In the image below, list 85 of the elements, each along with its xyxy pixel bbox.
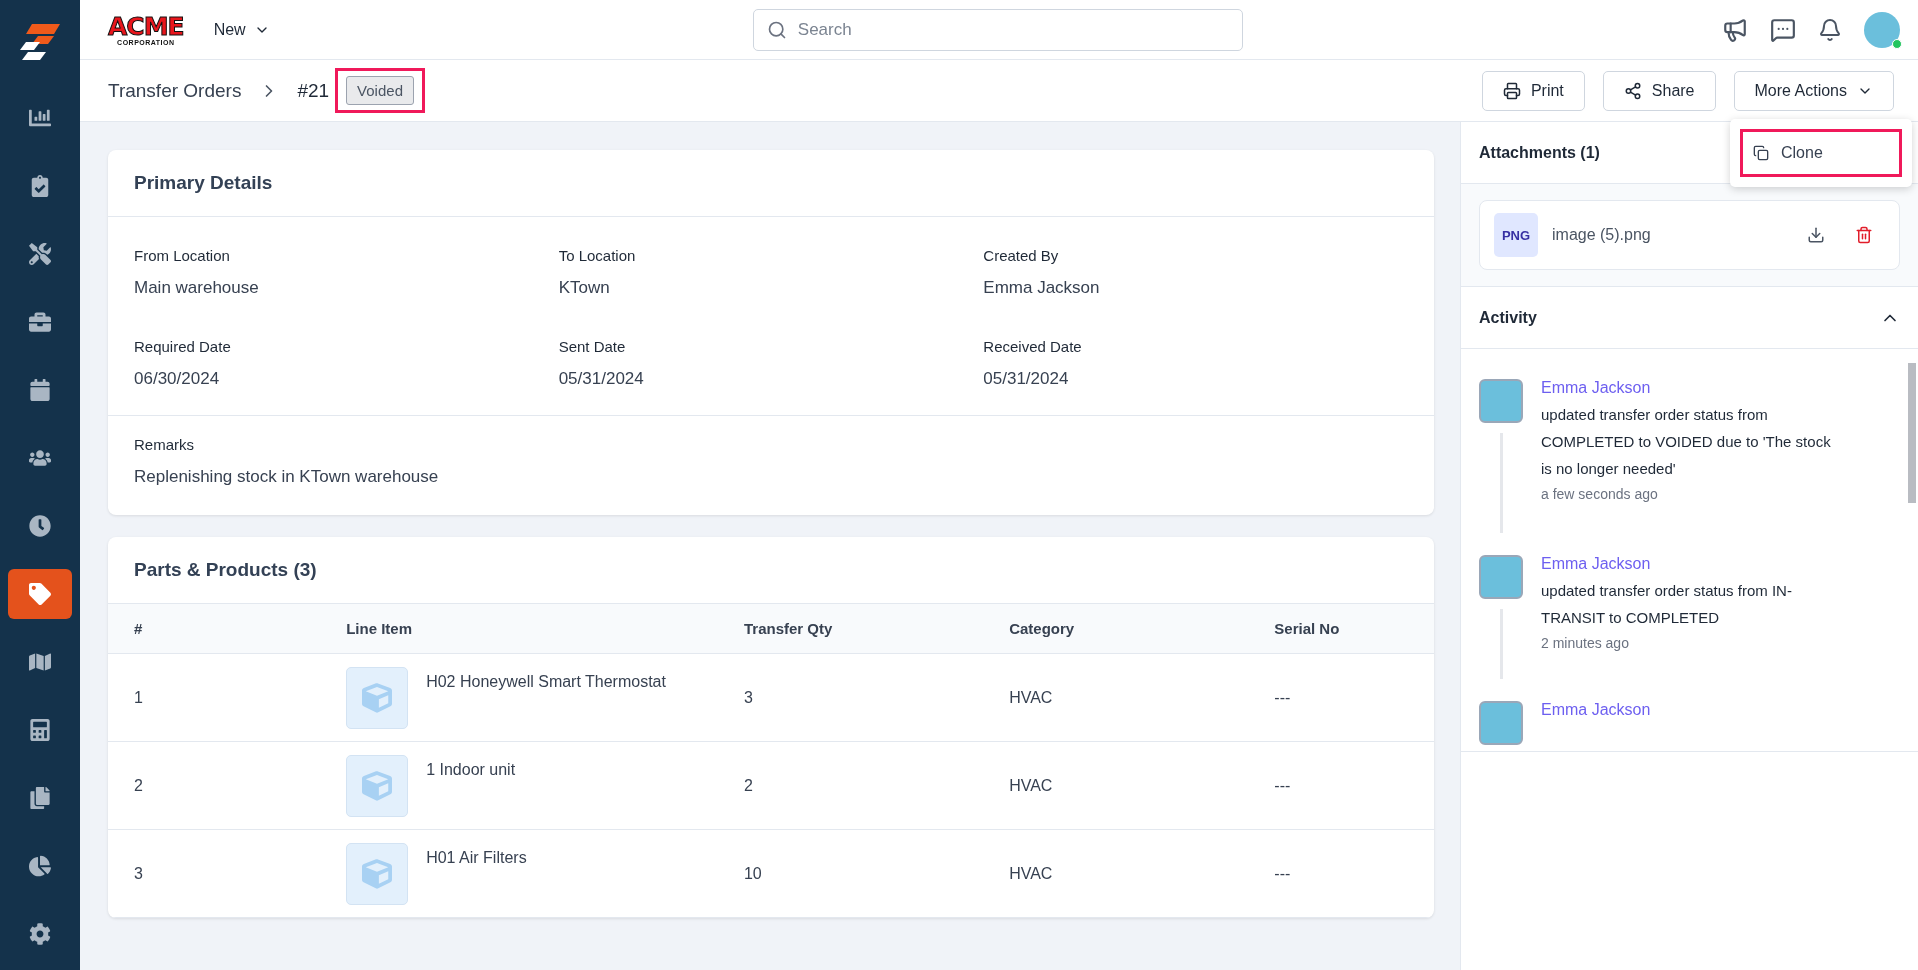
field-label: Remarks xyxy=(134,436,195,453)
table-cell-text: H02 Honeywell Smart Thermostat xyxy=(426,671,666,691)
scrollbar[interactable] xyxy=(1908,363,1916,503)
documents-icon xyxy=(29,787,51,809)
table-cell: --- xyxy=(1248,653,1434,742)
table-cell: 2 xyxy=(108,741,321,830)
field-label: Received Date xyxy=(983,338,1083,355)
activity-message: updated transfer order status from IN-TRANSIT to COMPLETED xyxy=(1541,581,1793,628)
calendar-icon xyxy=(29,379,51,401)
print-button[interactable]: Print xyxy=(1481,70,1585,111)
field-label: Sent Date xyxy=(558,338,627,355)
printer-icon xyxy=(1502,81,1521,100)
field-value: Emma Jackson xyxy=(983,278,1101,298)
copy-icon xyxy=(1753,144,1769,161)
field-label: From Location xyxy=(134,247,231,264)
app-logo xyxy=(18,22,62,62)
notification-bell-icon[interactable] xyxy=(1818,17,1842,42)
field-label: To Location xyxy=(558,247,637,264)
clipboard-check-icon xyxy=(29,175,51,197)
table-cell: 1 xyxy=(108,653,321,742)
table-cell: 10 xyxy=(717,829,984,918)
file-name: image (5).png xyxy=(1552,226,1652,244)
people-icon xyxy=(29,447,51,469)
map-icon xyxy=(29,651,51,673)
column-header: Serial No xyxy=(1248,603,1434,654)
table-cell: --- xyxy=(1248,741,1434,830)
table-cell: 3 xyxy=(717,653,984,742)
field-label: Required Date xyxy=(134,338,232,355)
user-link[interactable]: Emma Jackson xyxy=(1541,379,1841,397)
table-cell-text: H01 Air Filters xyxy=(426,847,527,867)
search-icon xyxy=(766,19,787,40)
column-header: Line Item xyxy=(320,603,718,654)
user-avatar xyxy=(1479,379,1523,423)
share-icon xyxy=(1623,81,1642,100)
order-number: #21 xyxy=(297,79,330,102)
field-value: Main warehouse xyxy=(134,278,260,298)
table-cell: HVAC xyxy=(983,829,1249,918)
pie-chart-icon xyxy=(29,855,51,877)
calculator-icon xyxy=(29,719,51,741)
search-field[interactable]: Search xyxy=(752,8,1243,51)
table-cell-text: 1 Indoor unit xyxy=(426,759,516,779)
panel-title: Attachments (1) xyxy=(1479,143,1600,162)
column-header: Category xyxy=(983,603,1249,654)
cube-icon xyxy=(362,770,393,801)
field-value: 05/31/2024 xyxy=(983,369,1070,389)
table-cell: HVAC xyxy=(983,653,1249,742)
user-avatar xyxy=(1479,555,1523,599)
megaphone-icon[interactable] xyxy=(1722,16,1748,43)
table-cell: --- xyxy=(1248,829,1434,918)
briefcase-icon xyxy=(29,311,51,333)
panel-title: Activity xyxy=(1479,308,1537,327)
breadcrumb-link[interactable]: Transfer Orders xyxy=(108,79,242,102)
card-title: Parts & Products (3) xyxy=(133,558,318,582)
clock-icon xyxy=(29,515,51,537)
field-label: Created By xyxy=(983,247,1060,264)
new-menu-button[interactable]: New xyxy=(209,16,274,43)
table-cell: HVAC xyxy=(983,741,1249,830)
user-link[interactable]: Emma Jackson xyxy=(1541,555,1841,573)
sidebar-item[interactable] xyxy=(8,569,72,619)
field-value: 05/31/2024 xyxy=(558,369,645,389)
bar-chart-icon xyxy=(29,107,51,129)
card-title: Primary Details xyxy=(108,150,1434,217)
user-link[interactable]: Emma Jackson xyxy=(1541,701,1841,719)
activity-time: 2 minutes ago xyxy=(1541,635,1630,653)
field-value: 06/30/2024 xyxy=(134,369,221,389)
status-badge: Voided xyxy=(346,76,414,105)
file-type-badge: PNG xyxy=(1494,213,1538,257)
share-button[interactable]: Share xyxy=(1602,70,1716,111)
chat-icon[interactable] xyxy=(1770,16,1796,43)
field-value: KTown xyxy=(558,278,611,298)
user-avatar xyxy=(1479,701,1523,745)
cube-icon xyxy=(362,858,393,889)
activity-message: updated transfer order status from COMPLETED to VOIDED due to 'The stock is no longer needed' xyxy=(1541,405,1832,479)
settings-icon xyxy=(29,923,51,945)
field-value: Replenishing stock in KTown warehouse xyxy=(134,467,440,487)
column-header: Transfer Qty xyxy=(717,603,984,654)
cube-icon xyxy=(362,682,393,713)
tag-icon xyxy=(29,583,51,605)
table-cell: 2 xyxy=(717,741,984,830)
menu-item[interactable]: Clone xyxy=(1740,128,1902,177)
tools-icon xyxy=(29,243,51,265)
more-actions-button[interactable]: More Actions xyxy=(1733,70,1894,111)
table-cell: 3 xyxy=(108,829,321,918)
column-header: # xyxy=(108,603,321,654)
activity-time: a few seconds ago xyxy=(1541,486,1659,504)
